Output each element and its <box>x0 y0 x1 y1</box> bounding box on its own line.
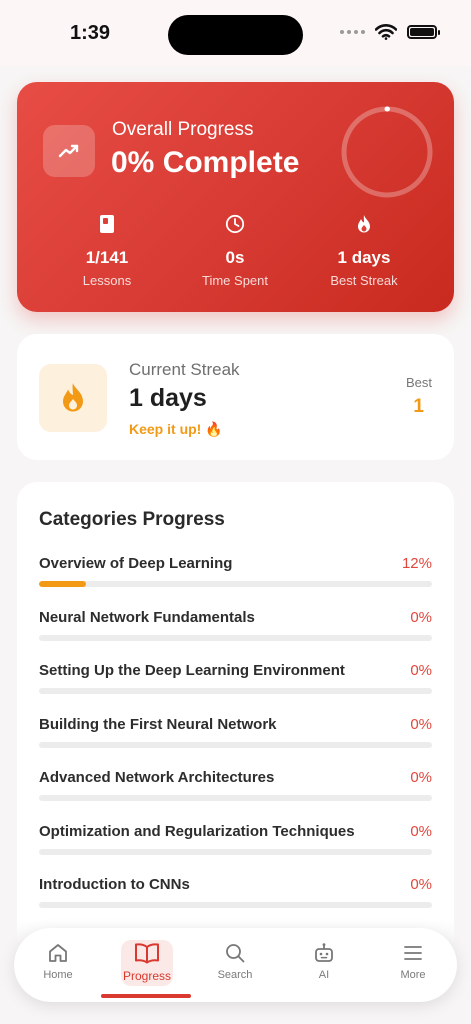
overall-progress-card: Overall Progress 0% Complete 1/141 Lesso… <box>17 82 454 312</box>
category-percent: 0% <box>410 609 432 626</box>
category-name: Overview of Deep Learning <box>39 555 233 572</box>
signal-dots-icon <box>340 30 365 34</box>
overall-progress-label: Overall Progress <box>112 119 254 140</box>
nav-home-label: Home <box>43 969 73 981</box>
category-row[interactable]: Neural Network Fundamentals 0% <box>39 609 432 649</box>
category-row[interactable]: Overview of Deep Learning 12% <box>39 555 432 595</box>
fire-icon <box>39 364 107 432</box>
stat-time-spent: 0s Time Spent <box>175 214 295 288</box>
category-name: Optimization and Regularization Techniqu… <box>39 823 355 840</box>
categories-title: Categories Progress <box>39 509 225 530</box>
time-spent-label: Time Spent <box>202 273 268 288</box>
category-name: Setting Up the Deep Learning Environment <box>39 662 345 679</box>
status-time: 1:39 <box>70 22 111 44</box>
battery-icon <box>407 25 440 39</box>
current-streak-value: 1 days <box>129 384 207 412</box>
robot-icon <box>289 940 359 966</box>
menu-icon <box>378 940 448 966</box>
stat-best-streak: 1 days Best Streak <box>304 214 424 288</box>
book-icon <box>47 214 167 236</box>
overall-percent-complete: 0% Complete <box>111 146 300 179</box>
category-percent: 0% <box>410 823 432 840</box>
category-name: Introduction to CNNs <box>39 876 190 893</box>
current-streak-title: Current Streak <box>129 360 240 379</box>
bottom-nav: Home Progress Search AI More <box>14 928 457 1002</box>
best-streak-value: 1 days <box>337 248 391 267</box>
category-progress-track <box>39 742 432 748</box>
lessons-label: Lessons <box>82 273 132 288</box>
progress-ring <box>341 106 433 198</box>
status-icons <box>340 24 440 40</box>
category-name: Advanced Network Architectures <box>39 769 275 786</box>
nav-ai[interactable]: AI <box>289 940 359 981</box>
nav-more-label: More <box>400 969 426 981</box>
nav-home[interactable]: Home <box>23 940 93 981</box>
current-streak-card: Current Streak 1 days Keep it up! 🔥 Best… <box>17 334 454 460</box>
category-progress-track <box>39 902 432 908</box>
nav-ai-label: AI <box>318 969 330 981</box>
category-row[interactable]: Building the First Neural Network 0% <box>39 716 432 756</box>
streak-encouragement: Keep it up! 🔥 <box>129 421 223 437</box>
nav-progress[interactable]: Progress <box>112 940 182 983</box>
home-icon <box>23 940 93 966</box>
nav-search[interactable]: Search <box>200 940 270 981</box>
wifi-icon <box>375 24 397 40</box>
category-progress-track <box>39 849 432 855</box>
flame-icon <box>304 214 424 236</box>
open-book-icon <box>112 940 182 966</box>
category-row[interactable]: Optimization and Regularization Techniqu… <box>39 823 432 863</box>
category-name: Neural Network Fundamentals <box>39 609 255 626</box>
lessons-value: 1/141 <box>85 248 129 267</box>
time-spent-value: 0s <box>225 248 245 267</box>
nav-more[interactable]: More <box>378 940 448 981</box>
category-percent: 0% <box>410 876 432 893</box>
categories-progress-card: Categories Progress Overview of Deep Lea… <box>17 482 454 942</box>
best-streak-small-label: Best <box>405 375 432 390</box>
search-icon <box>200 940 270 966</box>
trending-up-icon <box>43 125 95 177</box>
clock-icon <box>175 214 295 236</box>
category-percent: 0% <box>410 716 432 733</box>
category-name: Building the First Neural Network <box>39 716 277 733</box>
category-progress-track <box>39 795 432 801</box>
best-streak-label: Best Streak <box>330 273 398 288</box>
category-progress-track <box>39 581 432 587</box>
active-tab-indicator <box>101 994 191 998</box>
stat-lessons: 1/141 Lessons <box>47 214 167 288</box>
category-progress-fill <box>39 581 87 587</box>
nav-search-label: Search <box>217 969 253 981</box>
best-streak-small-value: 1 <box>413 396 424 417</box>
category-row[interactable]: Advanced Network Architectures 0% <box>39 769 432 809</box>
status-bar: 1:39 <box>0 0 471 66</box>
nav-progress-label: Progress <box>122 969 172 983</box>
category-row[interactable]: Introduction to CNNs 0% <box>39 876 432 916</box>
category-progress-track <box>39 688 432 694</box>
category-row[interactable]: Setting Up the Deep Learning Environment… <box>39 662 432 702</box>
category-progress-track <box>39 635 432 641</box>
category-percent: 0% <box>410 769 432 786</box>
category-percent: 12% <box>401 555 432 572</box>
category-percent: 0% <box>410 662 432 679</box>
dynamic-island <box>168 15 303 55</box>
